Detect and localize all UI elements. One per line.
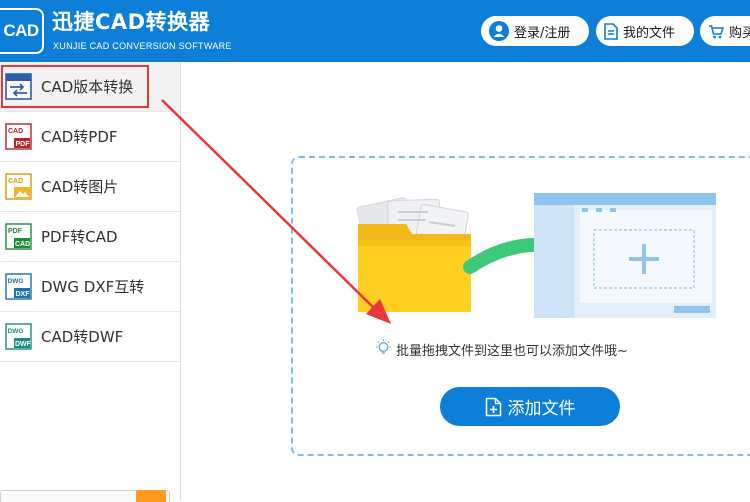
cad-to-dwf-icon: DWG DWF (5, 323, 32, 350)
svg-text:CAD: CAD (15, 241, 30, 248)
cad-to-image-icon: CAD (5, 173, 32, 200)
sidebar-item-label: CAD版本转换 (41, 78, 134, 96)
sidebar-item-label: PDF转CAD (41, 228, 118, 246)
svg-text:DXF: DXF (16, 291, 31, 298)
sidebar: CAD版本转换 CAD PDF CAD转PDF CAD CAD转图片 PDF C… (0, 62, 181, 502)
sidebar-item-label: DWG DXF互转 (41, 278, 145, 296)
dwg-dxf-convert-icon: DWG DXF (5, 273, 32, 300)
sidebar-item-cad-to-image[interactable]: CAD CAD转图片 (0, 162, 180, 212)
app-title: 迅捷CAD转换器 (52, 10, 211, 34)
sidebar-item-cad-version-convert[interactable]: CAD版本转换 (0, 62, 180, 112)
app-subtitle: XUNJIE CAD CONVERSION SOFTWARE (53, 41, 232, 51)
svg-text:CAD: CAD (8, 128, 23, 135)
login-register-button[interactable]: 登录/注册 (481, 16, 589, 46)
my-files-button[interactable]: 我的文件 (596, 16, 694, 46)
sidebar-item-label: CAD转PDF (41, 128, 118, 146)
cad-to-pdf-icon: CAD PDF (5, 123, 32, 150)
app-logo: CAD (0, 8, 44, 54)
folder-icon (358, 224, 471, 312)
my-files-label: 我的文件 (623, 25, 676, 41)
svg-text:CAD: CAD (8, 178, 23, 185)
pdf-to-cad-icon: PDF CAD (5, 223, 32, 250)
add-file-button[interactable]: 添加文件 (440, 387, 620, 426)
sidebar-item-cad-to-dwf[interactable]: DWG DWF CAD转DWF (0, 312, 180, 362)
lightbulb-icon (375, 339, 392, 360)
add-file-label: 添加文件 (507, 399, 576, 419)
svg-text:DWG: DWG (8, 278, 24, 285)
hint-text: 批量拖拽文件到这里也可以添加文件哦~ (396, 344, 628, 359)
buy-label: 购买 (729, 25, 750, 41)
buy-button[interactable]: 购买 (700, 16, 750, 46)
sidebar-item-dwg-dxf-convert[interactable]: DWG DXF DWG DXF互转 (0, 262, 180, 312)
user-icon (489, 21, 509, 41)
svg-text:PDF: PDF (16, 141, 31, 148)
add-file-icon (485, 397, 502, 417)
sidebar-item-label: CAD转图片 (41, 178, 119, 196)
sidebar-item-label: CAD转DWF (41, 328, 124, 346)
cart-icon (708, 24, 724, 39)
drag-drop-hint: 批量拖拽文件到这里也可以添加文件哦~ (375, 339, 628, 360)
main-content: 批量拖拽文件到这里也可以添加文件哦~ 添加文件 (182, 62, 750, 500)
logo-text: CAD (3, 21, 39, 40)
file-icon (604, 22, 618, 40)
app-header: CAD 迅捷CAD转换器 XUNJIE CAD CONVERSION SOFTW… (0, 0, 750, 62)
svg-text:DWG: DWG (8, 328, 24, 335)
svg-text:DWF: DWF (15, 341, 32, 348)
sidebar-item-pdf-to-cad[interactable]: PDF CAD PDF转CAD (0, 212, 180, 262)
svg-text:PDF: PDF (8, 228, 23, 235)
sidebar-item-cad-to-pdf[interactable]: CAD PDF CAD转PDF (0, 112, 180, 162)
cad-version-convert-icon (5, 73, 32, 100)
login-register-label: 登录/注册 (514, 25, 571, 41)
drag-drop-illustration (356, 193, 716, 318)
promo-badge (136, 490, 166, 502)
app-window-illustration (534, 193, 716, 318)
